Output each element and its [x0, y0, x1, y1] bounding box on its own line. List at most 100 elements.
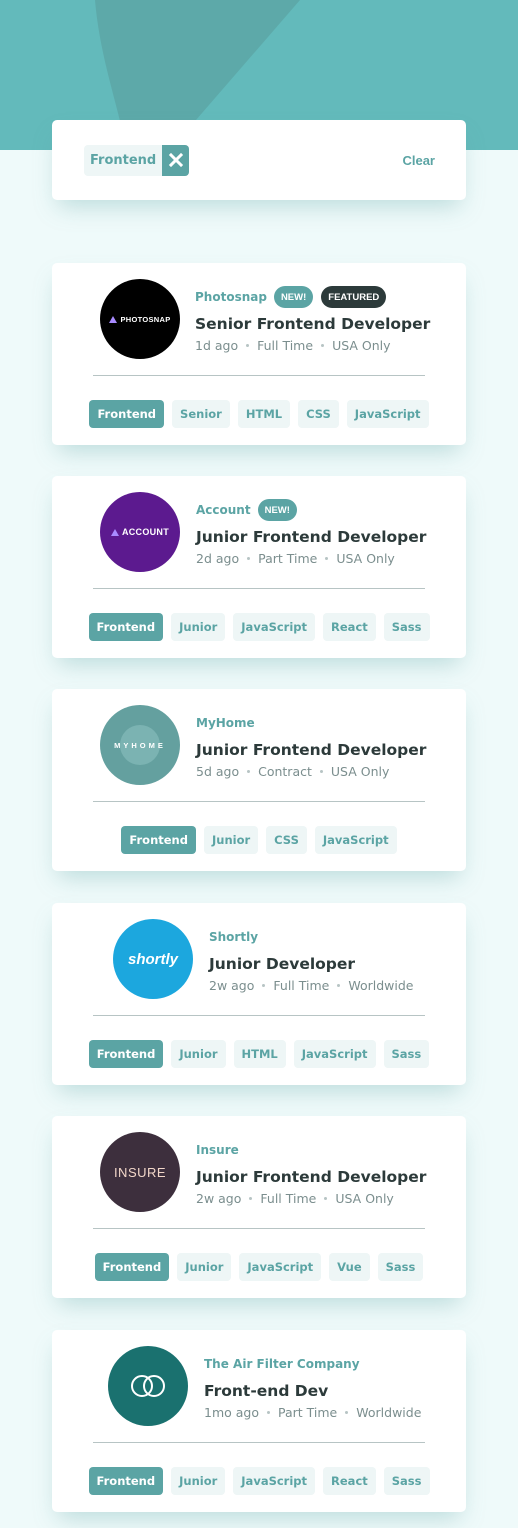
job-card[interactable]: ACCOUNT Account NEW! Junior Frontend Develo… — [52, 476, 466, 658]
filter-tag[interactable]: CSS — [298, 400, 339, 428]
job-location: USA Only — [336, 551, 395, 566]
job-title[interactable]: Junior Frontend Developer — [196, 1168, 426, 1186]
filter-tag[interactable]: Frontend — [94, 1253, 170, 1281]
separator-dot — [321, 344, 325, 347]
filter-tag[interactable]: Junior — [171, 613, 226, 641]
filter-tag[interactable]: React — [323, 1467, 376, 1495]
filter-tag[interactable]: CSS — [266, 826, 307, 854]
filter-tag[interactable]: Vue — [329, 1253, 370, 1281]
filter-tag[interactable]: Junior — [171, 1040, 226, 1068]
company-name[interactable]: The Air Filter Company — [204, 1357, 360, 1371]
filter-tag[interactable]: HTML — [237, 400, 291, 428]
job-title[interactable]: Front-end Dev — [204, 1382, 421, 1400]
job-meta: 1d ago Full Time USA Only — [195, 338, 430, 353]
triangle-icon — [109, 315, 118, 323]
company-name[interactable]: Shortly — [209, 930, 258, 944]
logo-wordmark: PHOTOSNAP — [120, 314, 171, 324]
job-card[interactable]: PHOTOSNAP Photosnap NEW! FEATURED Senior Fro… — [52, 263, 466, 445]
contract-type: Full Time — [260, 1191, 317, 1206]
job-title[interactable]: Senior Frontend Developer — [195, 315, 430, 333]
featured-badge: FEATURED — [321, 286, 387, 308]
filter-tag[interactable]: Frontend — [121, 826, 196, 854]
card-divider — [93, 801, 425, 802]
filter-tag[interactable]: Frontend — [88, 1040, 164, 1068]
filter-tag[interactable]: React — [323, 613, 376, 641]
separator-dot — [247, 557, 251, 560]
company-logo: INSURE — [100, 1132, 180, 1212]
contract-type: Full Time — [273, 978, 330, 993]
job-card[interactable]: shortly Shortly Junior Developer 2w ago Full… — [52, 903, 466, 1085]
company-row: Photosnap NEW! FEATURED — [195, 285, 430, 309]
posted-time: 2w ago — [196, 1191, 242, 1206]
filter-tag[interactable]: Sass — [383, 1040, 430, 1068]
job-meta: 2w ago Full Time Worldwide — [209, 978, 414, 993]
filter-tag[interactable]: JavaScript — [293, 1040, 376, 1068]
job-card[interactable]: MYHOME MyHome Junior Frontend Developer 5d … — [52, 689, 466, 871]
separator-dot — [247, 770, 251, 773]
card-divider — [93, 375, 425, 376]
filter-tag[interactable]: Sass — [383, 613, 430, 641]
job-card[interactable]: INSURE Insure Junior Frontend Developer 2w … — [52, 1116, 466, 1298]
company-logo: MYHOME — [100, 705, 180, 785]
job-info: Insure Junior Frontend Developer 2w ago Ful… — [196, 1138, 426, 1206]
job-meta: 2d ago Part Time USA Only — [196, 551, 426, 566]
company-name[interactable]: Photosnap — [195, 290, 267, 304]
company-row: Insure — [196, 1138, 426, 1162]
filter-tag[interactable]: Junior — [171, 1467, 226, 1495]
filter-tag[interactable]: JavaScript — [346, 400, 429, 428]
card-divider — [93, 1442, 425, 1443]
company-row: The Air Filter Company — [204, 1352, 421, 1376]
card-divider — [93, 1228, 425, 1229]
job-info: The Air Filter Company Front-end Dev 1mo a… — [204, 1352, 421, 1420]
job-title[interactable]: Junior Developer — [209, 955, 414, 973]
filter-tag[interactable]: Junior — [177, 1253, 232, 1281]
separator-dot — [337, 984, 341, 987]
tag-list: Frontend Senior HTML CSS JavaScript — [52, 400, 466, 428]
tag-list: Frontend Junior HTML JavaScript Sass — [52, 1040, 466, 1068]
filter-tag[interactable]: Senior — [172, 400, 230, 428]
clear-button[interactable]: Clear — [402, 153, 435, 168]
job-location: Worldwide — [348, 978, 414, 993]
job-title[interactable]: Junior Frontend Developer — [196, 741, 426, 759]
posted-time: 2w ago — [209, 978, 255, 993]
separator-dot — [325, 557, 329, 560]
posted-time: 5d ago — [196, 764, 240, 779]
filter-tag[interactable]: Sass — [377, 1253, 424, 1281]
separator-dot — [267, 1411, 270, 1414]
posted-time: 1d ago — [195, 338, 239, 353]
close-icon[interactable] — [162, 144, 190, 176]
new-badge: NEW! — [257, 499, 297, 521]
company-row: Shortly — [209, 925, 414, 949]
company-logo: ACCOUNT — [100, 492, 180, 572]
contract-type: Contract — [258, 764, 312, 779]
filter-tag[interactable]: Frontend — [88, 613, 164, 641]
filter-tag[interactable]: JavaScript — [239, 1253, 322, 1281]
separator-dot — [319, 770, 323, 773]
card-divider — [93, 588, 425, 589]
company-name[interactable]: MyHome — [196, 716, 255, 730]
filter-tag[interactable]: Frontend — [88, 1467, 164, 1495]
filter-tag[interactable]: Frontend — [89, 400, 165, 428]
company-name[interactable]: Insure — [196, 1143, 239, 1157]
company-logo — [108, 1346, 188, 1426]
new-badge: NEW! — [273, 286, 314, 308]
job-location: USA Only — [332, 338, 391, 353]
filter-tag[interactable]: JavaScript — [233, 1467, 316, 1495]
filter-tag[interactable]: JavaScript — [314, 826, 397, 854]
filter-tag[interactable]: Junior — [203, 826, 259, 854]
job-card[interactable]: The Air Filter Company Front-end Dev 1mo a… — [52, 1330, 466, 1512]
separator-dot — [249, 1197, 253, 1200]
job-info: Shortly Junior Developer 2w ago Full Time Wo… — [209, 925, 414, 993]
filter-tag[interactable]: JavaScript — [233, 613, 316, 641]
separator-dot — [324, 1197, 328, 1200]
filter-chip-label: Frontend — [90, 152, 157, 168]
company-name[interactable]: Account — [196, 503, 251, 517]
job-title[interactable]: Junior Frontend Developer — [196, 528, 426, 546]
job-meta: 1mo ago Part Time Worldwide — [204, 1405, 421, 1420]
triangle-icon — [110, 528, 119, 536]
filter-tag[interactable]: HTML — [233, 1040, 286, 1068]
filter-chip-frontend: Frontend — [84, 144, 190, 176]
posted-time: 2d ago — [196, 551, 240, 566]
filter-bar: Frontend Clear — [52, 120, 466, 200]
filter-tag[interactable]: Sass — [383, 1467, 430, 1495]
